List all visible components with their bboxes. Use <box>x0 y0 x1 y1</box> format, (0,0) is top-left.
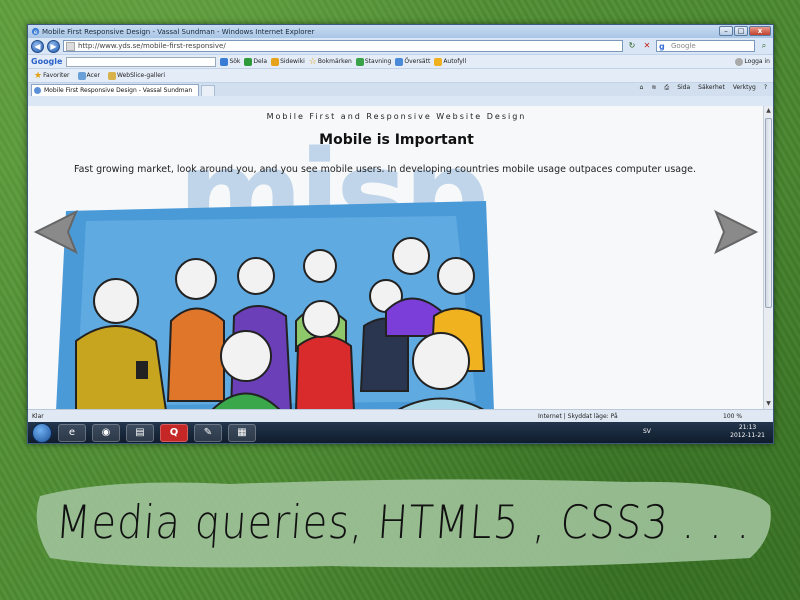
clock-time: 21:13 <box>738 424 757 431</box>
stop-icon[interactable]: ✕ <box>641 40 653 52</box>
new-tab-button[interactable] <box>201 85 216 96</box>
pencil-icon <box>271 57 280 66</box>
tab-bar: Mobile First Responsive Design - Vassal … <box>28 82 773 96</box>
star-icon: ☆ <box>308 56 317 67</box>
share-icon <box>244 57 253 66</box>
toolbar-item-dela[interactable]: Dela <box>244 57 267 66</box>
mobile-users-illustration <box>56 201 494 410</box>
window-title: Mobile First Responsive Design - Vassal … <box>42 27 315 36</box>
security-zone: Internet | Skyddat läge: På <box>538 412 618 420</box>
system-clock[interactable]: 21:13 2012-11-21 <box>730 424 765 440</box>
zoom-level[interactable]: 100 % <box>723 413 742 420</box>
feeds-icon[interactable]: ≋ <box>651 84 656 92</box>
user-icon <box>735 57 744 66</box>
maximize-button[interactable]: □ <box>734 26 748 36</box>
close-button[interactable]: x <box>749 26 771 36</box>
toolbar-item-stavning[interactable]: Stavning <box>355 57 391 66</box>
handwritten-caption: Media queries, HTML5 , CSS3 . . . <box>54 496 753 550</box>
spellcheck-icon <box>355 57 364 66</box>
scroll-up-icon[interactable]: ▲ <box>765 107 772 116</box>
taskbar-ie-icon[interactable]: e <box>58 423 86 442</box>
favicon-icon <box>66 42 75 51</box>
google-search-input[interactable] <box>66 56 217 67</box>
start-button[interactable] <box>32 422 52 443</box>
taskbar: e ◉ ▤ Q ✎ ▦ SV 21:13 2012-11-21 <box>28 422 773 443</box>
command-bar: ⌂ ≋ ⎙ Sida Säkerhet Verktyg ? <box>640 84 767 92</box>
url-text: http://www.yds.se/mobile-first-responsiv… <box>78 42 226 50</box>
autofill-icon <box>434 57 443 66</box>
taskbar-tool-icon[interactable]: ✎ <box>194 423 222 442</box>
toolbar-item-autofyll[interactable]: Autofyll <box>434 57 466 66</box>
forward-button[interactable]: ▶ <box>47 39 60 53</box>
svg-text:e: e <box>34 29 38 36</box>
page-icon <box>77 71 86 80</box>
google-g-icon: g <box>659 42 665 51</box>
toolbar-item-bokmarken[interactable]: ☆ Bokmärken <box>309 57 352 67</box>
page-content: misp Mobile First and Responsive Website… <box>28 106 765 410</box>
print-icon[interactable]: ⎙ <box>664 84 669 92</box>
vertical-scrollbar[interactable]: ▲ ▼ <box>763 106 773 410</box>
favorites-button[interactable]: ★ Favoriter <box>34 71 70 81</box>
command-verktyg[interactable]: Verktyg <box>733 84 756 92</box>
ie-icon: e <box>31 27 40 36</box>
language-indicator[interactable]: SV <box>643 428 651 435</box>
webslice-icon <box>108 71 116 80</box>
intro-text: Fast growing market, look around you, an… <box>74 164 696 175</box>
taskbar-q-icon[interactable]: Q <box>160 423 188 442</box>
status-text: Klar <box>32 412 44 420</box>
title-bar: e Mobile First Responsive Design - Vassa… <box>28 25 773 38</box>
scroll-down-icon[interactable]: ▼ <box>765 400 772 409</box>
back-button[interactable]: ◀ <box>31 39 44 53</box>
search-placeholder: Google <box>671 42 696 50</box>
toolbar-item-sok[interactable]: Sök <box>220 57 240 66</box>
favorite-webslice[interactable]: WebSlice-galleri <box>108 71 165 80</box>
translate-icon <box>395 57 404 66</box>
google-toolbar: Google Sök Dela Sidewiki ☆ Bokmärken Stav… <box>28 54 773 68</box>
site-title: Mobile First and Responsive Website Desi… <box>266 112 527 121</box>
search-input[interactable]: g Google <box>656 40 755 52</box>
clock-date: 2012-11-21 <box>730 432 765 439</box>
tab-favicon-icon <box>34 87 41 94</box>
taskbar-explorer-icon[interactable]: ▤ <box>126 423 154 442</box>
favorites-bar: ★ Favoriter Acer WebSlice-galleri <box>28 68 773 82</box>
toolbar-item-oversatt[interactable]: Översätt <box>395 57 430 66</box>
login-button[interactable]: Logga in <box>735 57 770 66</box>
next-slide-arrow-icon[interactable] <box>710 208 762 256</box>
scroll-thumb[interactable] <box>765 118 772 308</box>
refresh-icon[interactable]: ↻ <box>626 40 638 52</box>
status-bar: Klar Internet | Skyddat läge: På 100 % <box>28 409 773 422</box>
address-bar: ◀ ▶ http://www.yds.se/mobile-first-respo… <box>28 38 773 54</box>
page-heading: Mobile is Important <box>319 132 474 148</box>
browser-window: e Mobile First Responsive Design - Vassa… <box>27 24 774 444</box>
minimize-button[interactable]: – <box>719 26 733 36</box>
tab-active[interactable]: Mobile First Responsive Design - Vassal … <box>31 84 200 96</box>
search-icon[interactable]: ⌕ <box>758 40 770 52</box>
favorites-star-icon: ★ <box>34 70 43 81</box>
toolbar-item-sidewiki[interactable]: Sidewiki <box>271 57 305 66</box>
previous-slide-arrow-icon[interactable] <box>30 208 82 256</box>
home-icon[interactable]: ⌂ <box>640 84 644 92</box>
favorite-acer[interactable]: Acer <box>77 71 100 80</box>
taskbar-firefox-icon[interactable]: ◉ <box>92 423 120 442</box>
help-icon[interactable]: ? <box>764 84 767 92</box>
command-sakerhet[interactable]: Säkerhet <box>698 84 725 92</box>
url-input[interactable]: http://www.yds.se/mobile-first-responsiv… <box>63 40 623 52</box>
search-icon <box>220 57 229 66</box>
google-logo: Google <box>31 57 63 66</box>
command-sida[interactable]: Sida <box>677 84 690 92</box>
taskbar-app-icon[interactable]: ▦ <box>228 423 256 442</box>
